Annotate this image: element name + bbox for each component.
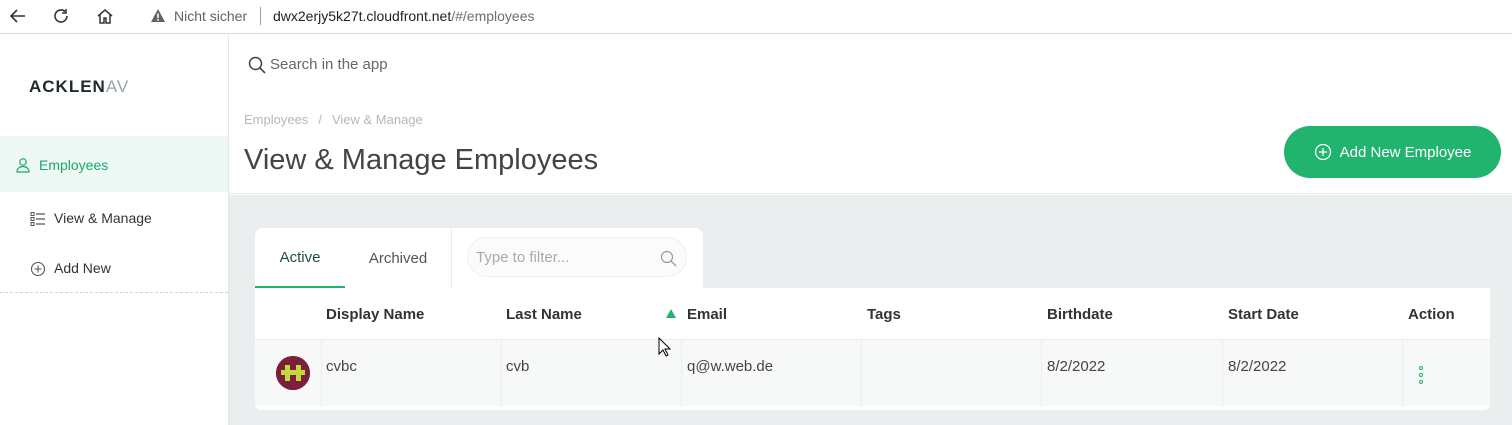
reload-button[interactable]	[50, 5, 72, 27]
breadcrumb-separator: /	[318, 112, 322, 127]
page-title: View & Manage Employees	[244, 144, 599, 176]
url-path: /#/employees	[451, 8, 535, 24]
plus-circle-icon	[1314, 143, 1331, 161]
logo-text-faded: AV	[105, 77, 128, 96]
add-new-employee-button[interactable]: Add New Employee	[1284, 126, 1501, 178]
search-input[interactable]	[270, 49, 1190, 79]
plus-circle-icon	[30, 261, 46, 277]
cell-divider	[1402, 340, 1403, 406]
page-header: Employees / View & Manage View & Manage Em…	[229, 99, 1512, 194]
sidebar: ACKLENAV Employees View & Manage Add New	[0, 35, 229, 425]
arrow-left-icon	[9, 9, 25, 23]
column-header-start-date[interactable]: Start Date	[1228, 306, 1299, 323]
sidebar-item-label: Add New	[54, 260, 111, 276]
sidebar-item-label: View & Manage	[54, 210, 152, 226]
url-host: dwx2erjy5k27t.cloudfront.net	[273, 8, 452, 24]
cell-divider	[861, 340, 862, 406]
column-header-display-name[interactable]: Display Name	[326, 306, 424, 323]
sidebar-item-add-new[interactable]: Add New	[0, 248, 228, 288]
cell-divider	[501, 340, 502, 406]
cell-birthdate: 8/2/2022	[1047, 358, 1106, 375]
user-icon	[16, 158, 30, 173]
main-content: Active Archived Display Name Last Name E…	[229, 195, 1512, 425]
row-actions-kebab-icon[interactable]	[1415, 366, 1427, 388]
cell-divider	[681, 340, 682, 406]
sidebar-item-employees[interactable]: Employees	[0, 136, 228, 192]
address-separator	[260, 7, 261, 25]
url-text: dwx2erjy5k27t.cloudfront.net/#/employees	[273, 8, 535, 24]
browser-toolbar: Nicht sicher dwx2erjy5k27t.cloudfront.ne…	[0, 0, 1512, 34]
avatar-pattern-icon	[276, 356, 310, 390]
sidebar-item-label: Employees	[39, 157, 109, 173]
column-header-email[interactable]: Email	[687, 306, 727, 323]
sidebar-divider	[0, 292, 228, 293]
mouse-cursor-icon	[658, 337, 672, 357]
table-header: Display Name Last Name Email Tags Birthd…	[255, 288, 1490, 340]
list-icon	[30, 212, 45, 226]
home-icon	[97, 9, 113, 24]
column-header-birthdate[interactable]: Birthdate	[1047, 306, 1113, 323]
warning-icon	[151, 9, 165, 22]
filter-input[interactable]	[476, 246, 646, 268]
cell-start-date: 8/2/2022	[1228, 358, 1287, 375]
column-header-action: Action	[1408, 306, 1455, 323]
cell-last-name: cvb	[506, 358, 530, 375]
sidebar-item-view-manage[interactable]: View & Manage	[0, 198, 228, 238]
cell-divider	[1222, 340, 1223, 406]
address-bar[interactable]: Nicht sicher dwx2erjy5k27t.cloudfront.ne…	[136, 2, 1506, 30]
cell-email: q@w.web.de	[687, 358, 774, 375]
filter-box	[467, 237, 687, 277]
cell-divider	[321, 340, 322, 406]
table-row[interactable]: cvbc cvb q@w.web.de 8/2/2022 8/2/2022	[255, 340, 1490, 406]
insecure-label: Nicht sicher	[174, 8, 248, 24]
logo-text: ACKLEN	[29, 77, 106, 96]
back-button[interactable]	[7, 5, 29, 27]
employees-table: Display Name Last Name Email Tags Birthd…	[255, 288, 1490, 410]
breadcrumb-item[interactable]: Employees	[244, 112, 308, 127]
top-search-bar	[229, 35, 1512, 99]
search-icon[interactable]	[660, 250, 677, 267]
tab-bar: Active Archived	[255, 228, 703, 288]
cell-divider	[1041, 340, 1042, 406]
reload-icon	[54, 9, 68, 23]
column-header-last-name[interactable]: Last Name	[506, 306, 582, 323]
tab-archived[interactable]: Archived	[345, 228, 452, 288]
cell-display-name: cvbc	[326, 358, 357, 375]
avatar[interactable]	[276, 356, 310, 390]
home-button[interactable]	[94, 5, 116, 27]
breadcrumb-item: View & Manage	[331, 112, 423, 127]
breadcrumb: Employees / View & Manage	[244, 112, 423, 127]
add-button-label: Add New Employee	[1339, 143, 1472, 161]
sort-ascending-icon[interactable]	[666, 309, 676, 318]
tab-active[interactable]: Active	[255, 228, 345, 288]
search-icon	[248, 56, 266, 74]
logo[interactable]: ACKLENAV	[29, 77, 128, 97]
column-header-tags[interactable]: Tags	[867, 306, 901, 323]
